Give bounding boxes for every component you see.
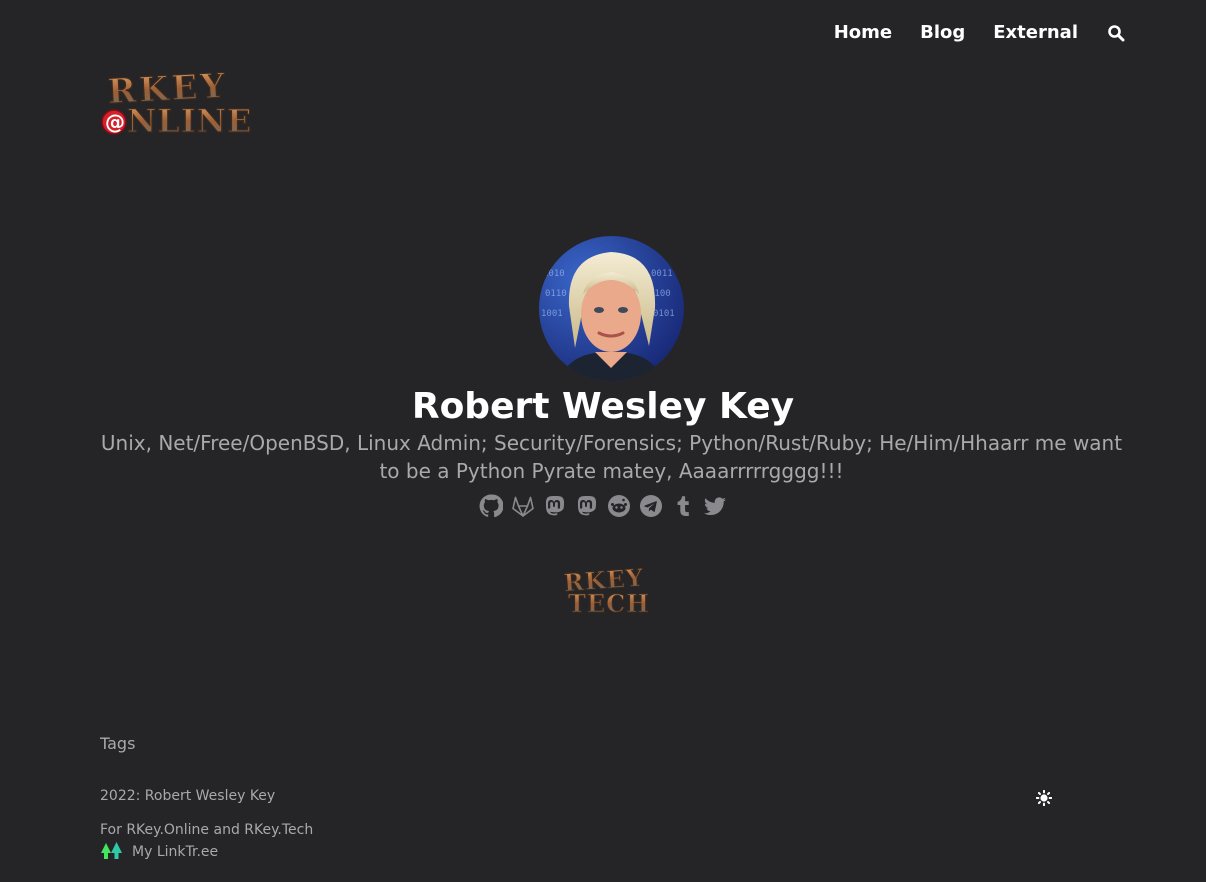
svg-text:TECH: TECH bbox=[568, 589, 650, 616]
tumblr-icon[interactable] bbox=[671, 494, 695, 518]
twitter-icon[interactable] bbox=[703, 494, 727, 518]
profile-name: Robert Wesley Key bbox=[411, 386, 795, 427]
nav-blog[interactable]: Blog bbox=[920, 22, 965, 43]
telegram-icon[interactable] bbox=[639, 494, 663, 518]
search-icon[interactable] bbox=[1106, 23, 1126, 43]
tech-logo[interactable]: RKEY TECH bbox=[560, 562, 664, 618]
svg-text:0011: 0011 bbox=[651, 269, 673, 279]
svg-text:1010: 1010 bbox=[543, 269, 565, 279]
nav-home[interactable]: Home bbox=[834, 22, 892, 43]
linktree-label: My LinkTr.ee bbox=[132, 844, 219, 860]
svg-text:1001: 1001 bbox=[541, 309, 563, 319]
linktree-link[interactable]: My LinkTr.ee bbox=[100, 840, 218, 864]
gitlab-icon[interactable] bbox=[511, 494, 535, 518]
for-text: For RKey.Online and RKey.Tech bbox=[100, 822, 314, 838]
social-links bbox=[0, 494, 1206, 518]
svg-text:NLINE: NLINE bbox=[127, 102, 252, 140]
svg-text:@: @ bbox=[105, 110, 125, 134]
mastodon-icon[interactable] bbox=[575, 494, 599, 518]
svg-text:0101: 0101 bbox=[653, 309, 675, 319]
tags-link[interactable]: Tags bbox=[100, 734, 135, 753]
github-icon[interactable] bbox=[479, 494, 504, 518]
nav-external[interactable]: External bbox=[993, 22, 1078, 43]
reddit-icon[interactable] bbox=[607, 494, 631, 518]
avatar: 1010 0110 1001 0011 1100 0101 bbox=[539, 236, 684, 381]
copyright-text: 2022: Robert Wesley Key bbox=[100, 788, 276, 804]
profile-bio: Unix, Net/Free/OpenBSD, Linux Admin; Sec… bbox=[100, 431, 1123, 483]
site-logo[interactable]: RKEY @ NLINE bbox=[100, 64, 260, 141]
linktree-icon bbox=[100, 840, 124, 864]
theme-toggle-sun-icon[interactable] bbox=[1034, 788, 1054, 808]
mastodon-icon[interactable] bbox=[543, 494, 567, 518]
svg-text:0110: 0110 bbox=[545, 289, 567, 299]
top-nav: Home Blog External bbox=[834, 22, 1126, 43]
